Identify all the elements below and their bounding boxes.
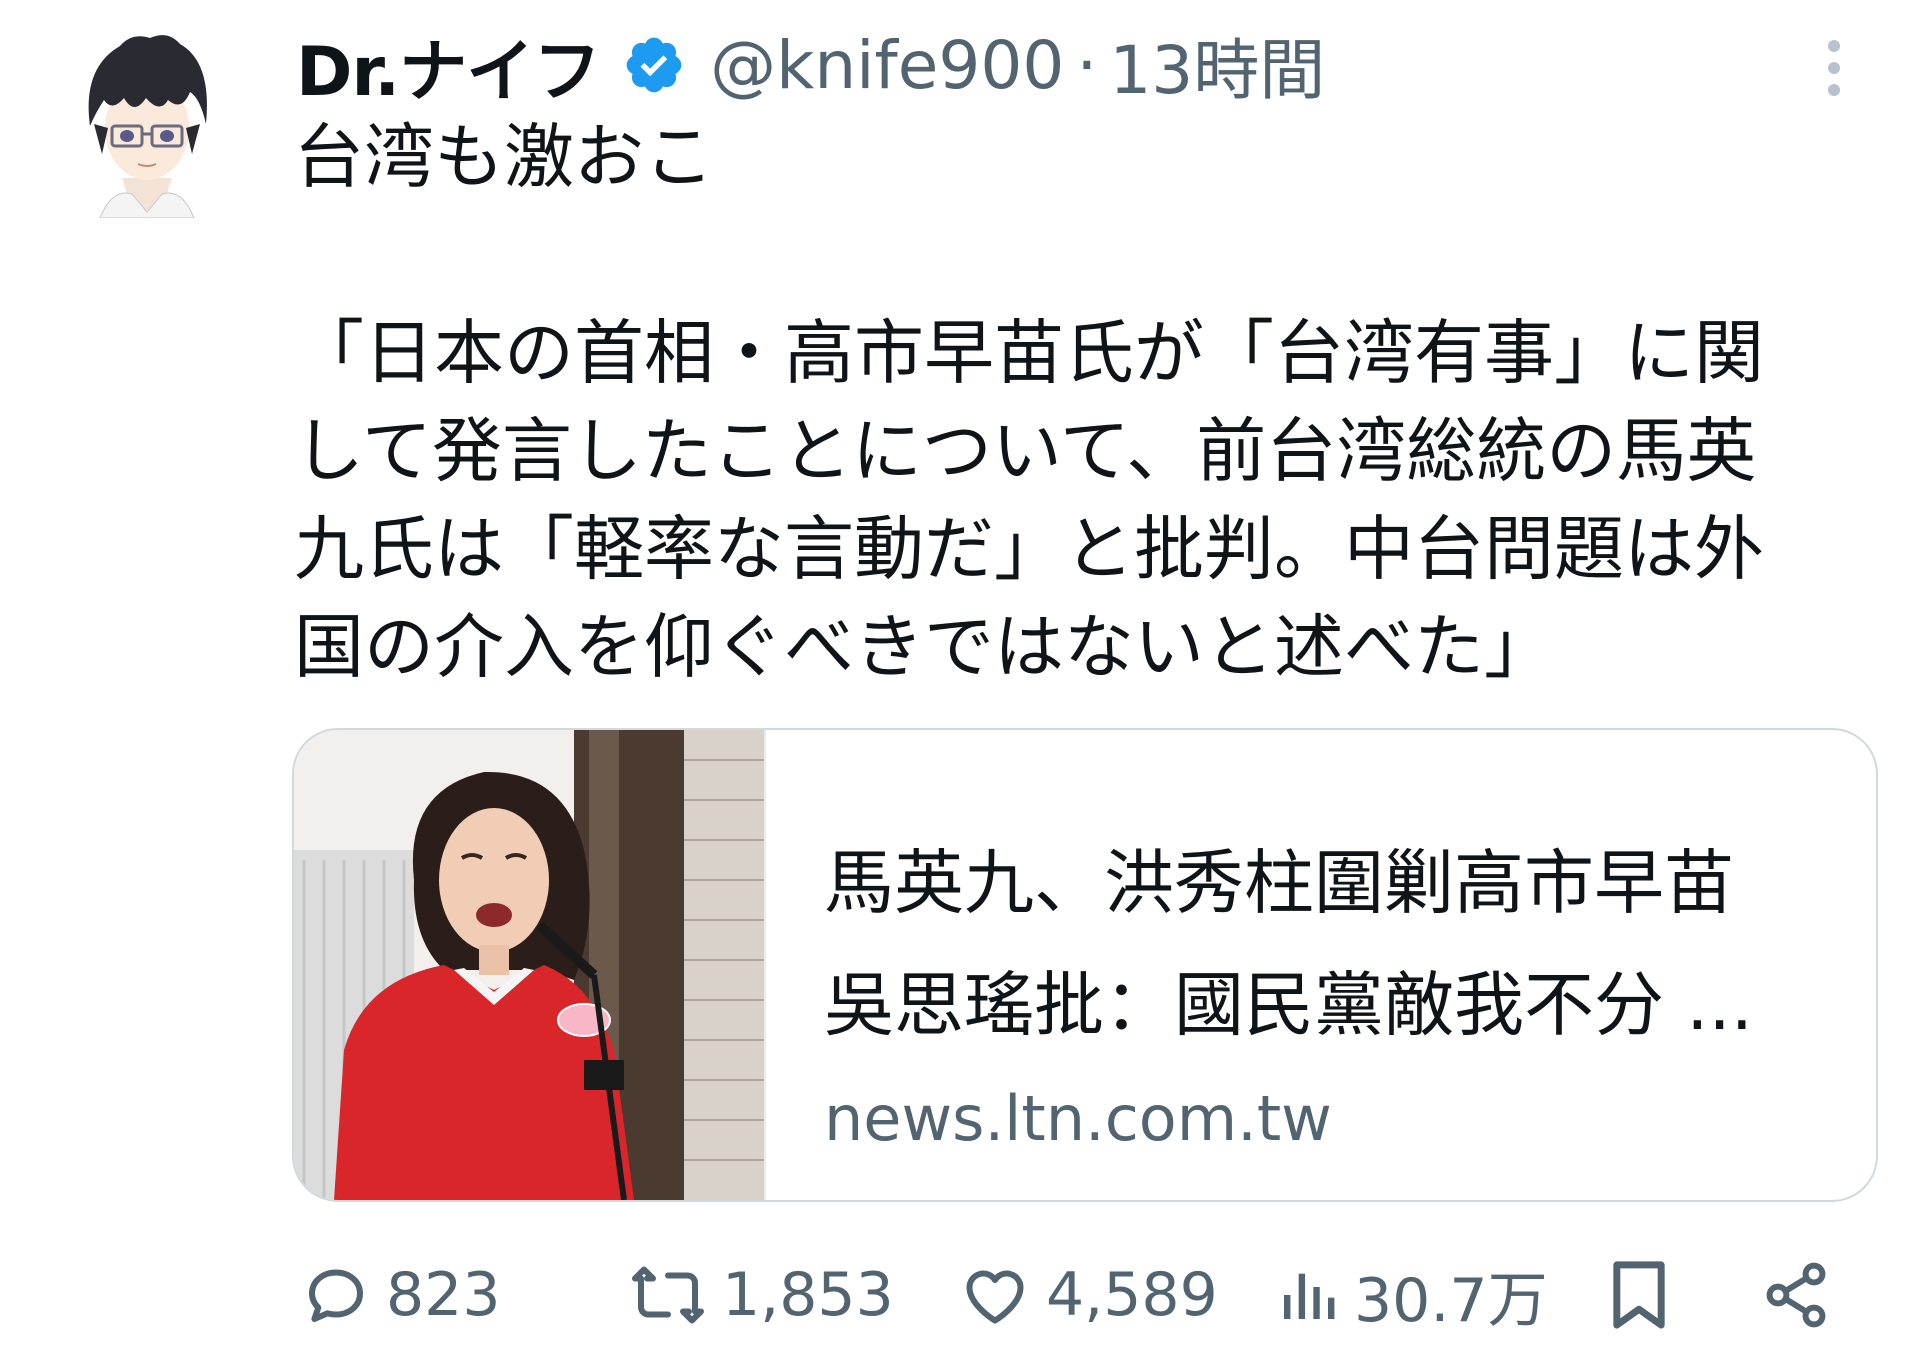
link-card[interactable]: 馬英九、洪秀柱圍剿高市早苗 吳思瑤批：國民黨敵我不分 ... news.ltn.…	[292, 728, 1878, 1202]
repost-button[interactable]: 1,853	[628, 1250, 894, 1340]
avatar[interactable]	[72, 28, 222, 218]
card-body: 馬英九、洪秀柱圍剿高市早苗 吳思瑤批：國民黨敵我不分 ... news.ltn.…	[824, 822, 1844, 1164]
tweet-header: Dr.ナイフ @knife900 · 13時間	[296, 17, 1325, 113]
more-vertical-icon[interactable]	[1820, 36, 1848, 100]
like-button[interactable]: 4,589	[958, 1250, 1218, 1340]
separator-dot: ·	[1076, 26, 1098, 104]
tweet-text-line: 国の介入を仰ぐべきではないと述べた」	[294, 606, 1554, 688]
like-count: 4,589	[1046, 1260, 1218, 1330]
tweet-text-line: して発言したことについて、前台湾総統の馬英	[294, 410, 1757, 492]
reply-icon	[309, 1269, 363, 1322]
card-title-line: 吳思瑤批：國民黨敵我不分 ...	[824, 964, 1754, 1046]
tweet-text-line: 「日本の首相・高市早苗氏が「台湾有事」に関	[294, 312, 1764, 394]
reply-button[interactable]: 823	[300, 1250, 501, 1340]
bookmark-button[interactable]	[1606, 1250, 1672, 1340]
card-thumbnail	[294, 730, 766, 1200]
display-name[interactable]: Dr.ナイフ	[296, 16, 601, 115]
repost-count: 1,853	[722, 1260, 894, 1330]
handle[interactable]: @knife900	[710, 27, 1064, 104]
views-button[interactable]: 30.7万	[1276, 1250, 1548, 1340]
repost-icon	[632, 1266, 704, 1324]
verified-badge-icon[interactable]	[622, 33, 686, 97]
tweet[interactable]: Dr.ナイフ @knife900 · 13時間 台湾も激おこ 「日本の首相・高市…	[0, 0, 1920, 1346]
bookmark-icon	[1613, 1261, 1665, 1329]
heart-icon	[966, 1270, 1024, 1324]
action-bar: 823 1,853 4,589 30.7万	[0, 1250, 1920, 1346]
views-count: 30.7万	[1354, 1265, 1548, 1336]
tweet-text: 台湾も激おこ 「日本の首相・高市早苗氏が「台湾有事」に関 して発言したことについ…	[294, 108, 1894, 696]
tweet-text-line: 九氏は「軽率な言動だ」と批判。中台問題は外	[294, 508, 1764, 590]
views-icon	[1284, 1273, 1335, 1319]
share-icon	[1766, 1262, 1826, 1328]
share-button[interactable]	[1760, 1250, 1832, 1340]
reply-count: 823	[386, 1260, 501, 1330]
card-domain: news.ltn.com.tw	[824, 1082, 1332, 1155]
avatar-image	[88, 35, 207, 218]
tweet-text-line: 台湾も激おこ	[294, 116, 714, 198]
timestamp[interactable]: 13時間	[1109, 17, 1325, 113]
card-title-line: 馬英九、洪秀柱圍剿高市早苗	[824, 842, 1734, 924]
